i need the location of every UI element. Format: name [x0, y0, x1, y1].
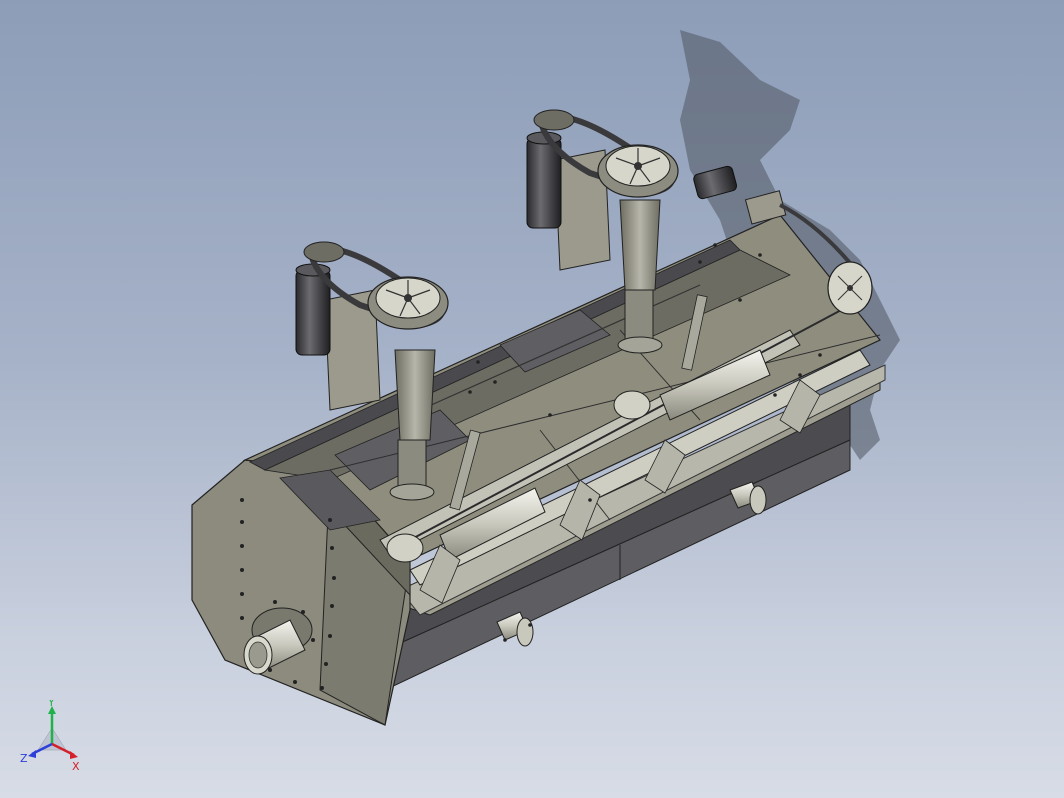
- flotation-machine-model[interactable]: [0, 0, 1064, 798]
- axis-triad: Y X Z: [20, 700, 80, 773]
- x-axis-arrow: [70, 751, 78, 759]
- z-axis-arrow: [28, 750, 36, 758]
- x-axis-label: X: [72, 760, 80, 773]
- y-axis-label: Y: [47, 700, 55, 709]
- z-axis-label: Z: [20, 752, 28, 765]
- graphics-viewport[interactable]: Y X Z: [0, 0, 1064, 798]
